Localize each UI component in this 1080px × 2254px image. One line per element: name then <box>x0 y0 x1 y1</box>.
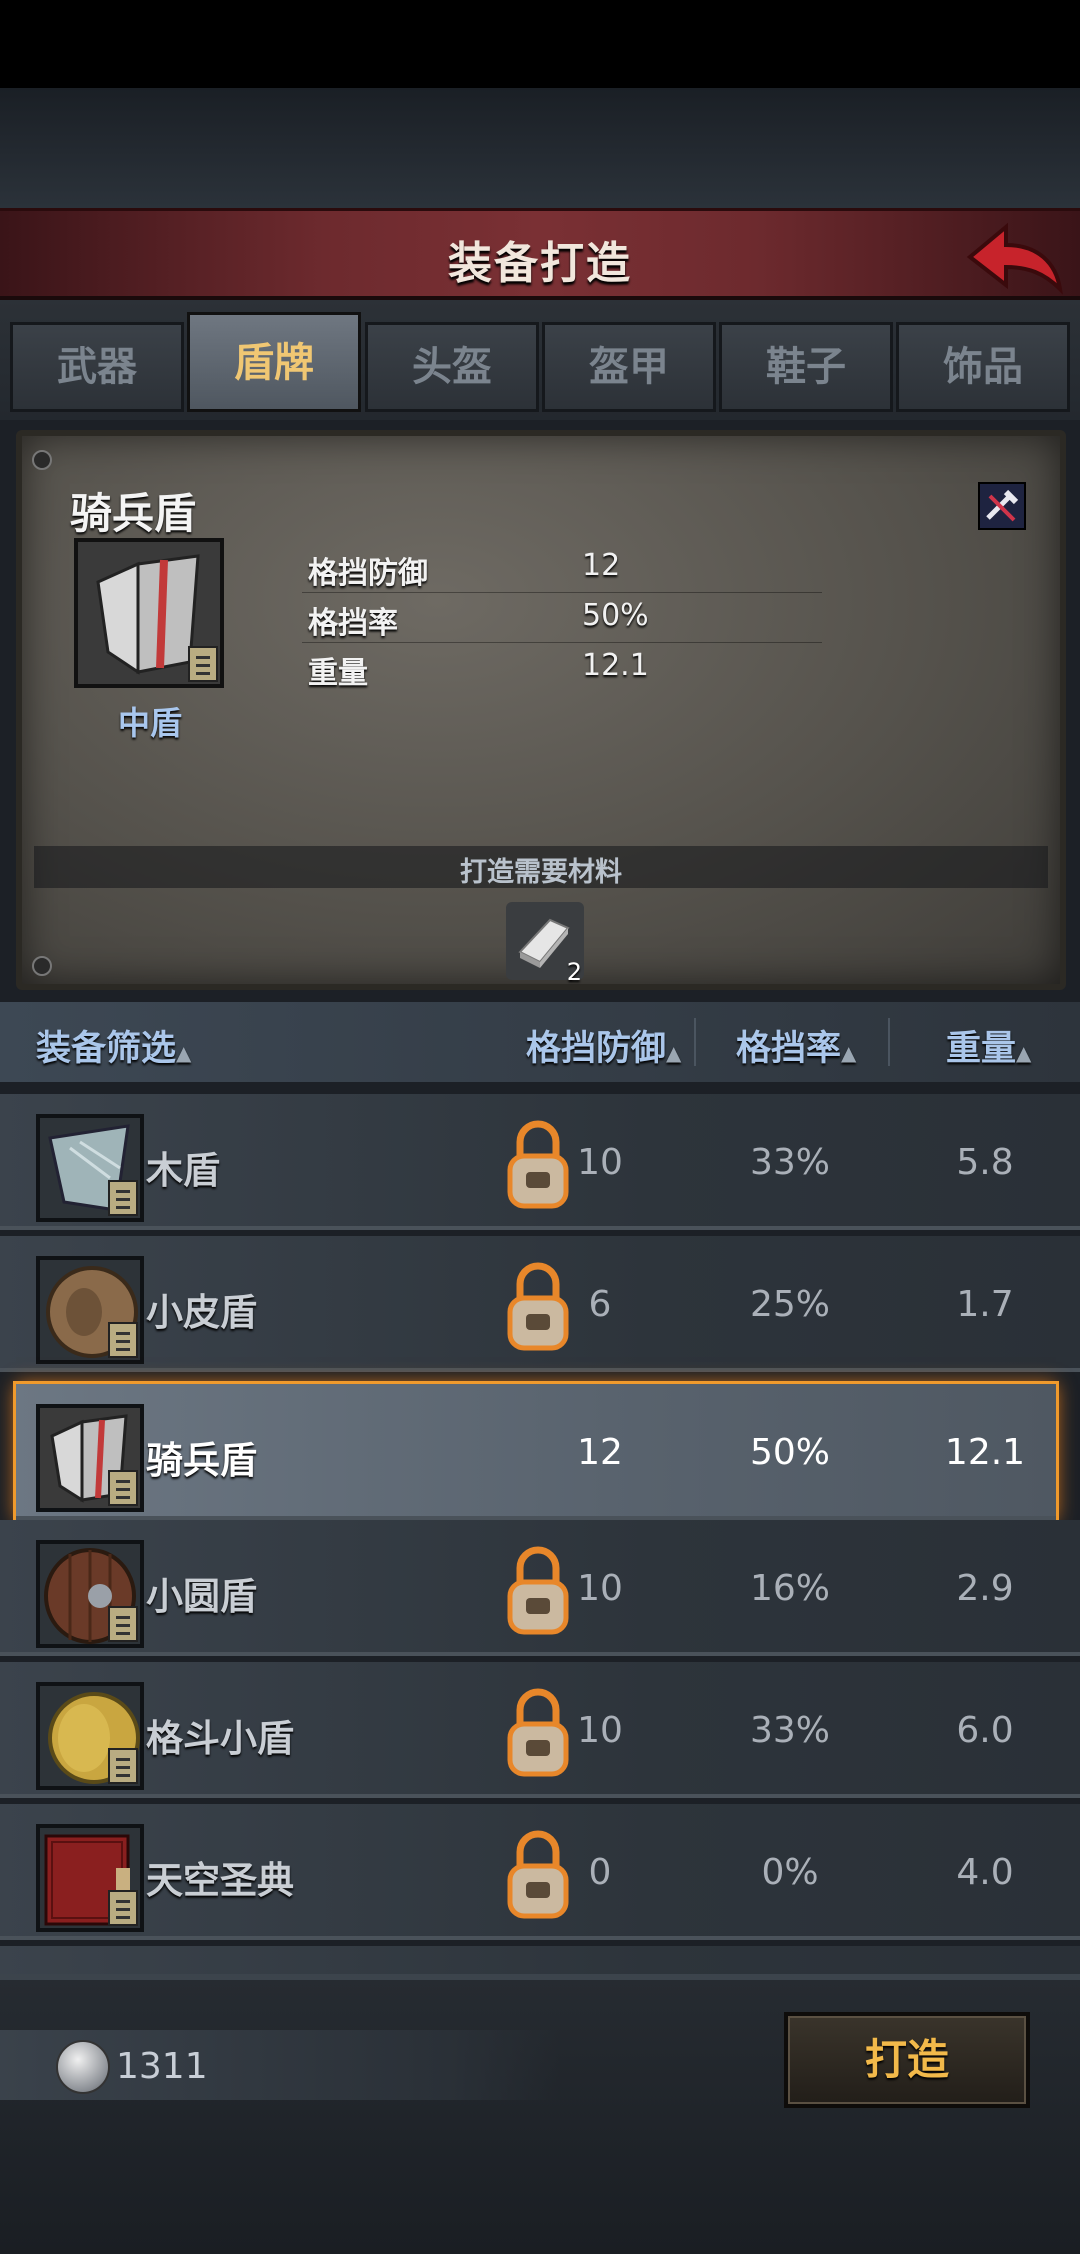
tab-weapon[interactable]: 武器 <box>10 322 184 412</box>
forge-button[interactable]: 打造 <box>784 2012 1030 2108</box>
sort-arrow-icon: ▲ <box>841 1041 857 1065</box>
block-rate-value: 50% <box>749 1432 830 1473</box>
stat-value: 12 <box>582 548 621 583</box>
stat-label: 格挡防御 <box>308 556 428 591</box>
grade-badge <box>108 1322 138 1358</box>
defense-value: 10 <box>577 1710 623 1751</box>
divider <box>302 642 822 643</box>
block-rate-value: 25% <box>749 1284 830 1325</box>
item-thumbnail <box>36 1824 144 1932</box>
item-thumbnail <box>36 1256 144 1364</box>
rivet <box>32 956 52 976</box>
block-rate-value: 33% <box>749 1710 830 1751</box>
stat-label: 格挡率 <box>308 606 398 641</box>
category-tabs: 武器 盾牌 头盔 盔甲 鞋子 饰品 <box>0 300 1080 420</box>
item-name: 骑兵盾 <box>70 489 197 538</box>
page-title: 装备打造 <box>448 238 632 289</box>
block-rate-value: 0% <box>761 1852 819 1893</box>
item-name: 小圆盾 <box>146 1575 257 1618</box>
filter-label: 装备筛选 <box>36 1029 177 1069</box>
grade-badge <box>108 1470 138 1506</box>
divider <box>694 1018 696 1066</box>
item-name: 骑兵盾 <box>146 1439 257 1482</box>
weight-value: 1.7 <box>956 1284 1014 1325</box>
sort-rate-button[interactable]: 格挡率▲ <box>736 1020 856 1071</box>
item-name: 格斗小盾 <box>146 1717 294 1760</box>
list-item-selected[interactable]: 骑兵盾 12 50% 12.1 <box>16 1384 1056 1520</box>
item-name: 木盾 <box>146 1149 220 1192</box>
weight-value: 5.8 <box>956 1142 1014 1183</box>
tab-shield[interactable]: 盾牌 <box>187 312 361 412</box>
defense-value: 6 <box>588 1284 612 1325</box>
rivet <box>32 450 52 470</box>
bottom-bar: 1311 打造 <box>0 1974 1080 2254</box>
item-thumbnail <box>36 1404 144 1512</box>
coin-count: 1311 <box>116 2046 208 2087</box>
shield-list: 木盾 10 33% 5.8 小皮盾 6 25% 1.7 骑兵盾 12 50% 1… <box>0 1094 1080 1974</box>
sort-weight-button[interactable]: 重量▲ <box>946 1020 1031 1071</box>
stat-label: 重量 <box>308 656 368 691</box>
item-name: 天空圣典 <box>146 1859 294 1902</box>
list-item[interactable]: 天空圣典 0 0% 4.0 <box>0 1804 1080 1940</box>
col-defense-label: 格挡防御 <box>526 1029 667 1069</box>
grade-badge <box>108 1748 138 1784</box>
defense-value: 12 <box>577 1432 623 1473</box>
filter-button[interactable]: 装备筛选▲ <box>36 1020 191 1071</box>
top-backdrop <box>0 88 1080 208</box>
back-arrow-icon[interactable] <box>966 219 1066 295</box>
col-rate-label: 格挡率 <box>736 1029 842 1069</box>
forge-tool-icon[interactable] <box>978 482 1026 530</box>
item-thumbnail <box>36 1114 144 1222</box>
sort-defense-button[interactable]: 格挡防御▲ <box>526 1020 681 1071</box>
silver-coin-icon <box>56 2040 110 2094</box>
header-banner: 装备打造 <box>0 208 1080 300</box>
divider <box>888 1018 890 1066</box>
weight-value: 12.1 <box>944 1432 1026 1473</box>
status-bar <box>0 0 1080 88</box>
divider <box>302 592 822 593</box>
material-count: 2 <box>566 958 582 986</box>
grade-badge <box>108 1606 138 1642</box>
weight-value: 2.9 <box>956 1568 1014 1609</box>
item-type: 中盾 <box>117 704 182 742</box>
list-item-partial[interactable] <box>0 1946 1080 1974</box>
sort-arrow-icon: ▲ <box>176 1041 192 1065</box>
item-detail-panel: 骑兵盾 中盾 格挡防御 12 格挡率 50% 重量 12.1 打造需要材料 2 <box>16 430 1066 990</box>
grade-badge <box>188 646 218 682</box>
grade-badge <box>108 1180 138 1216</box>
sort-arrow-icon: ▲ <box>1016 1041 1032 1065</box>
stat-value: 50% <box>582 598 649 633</box>
list-item[interactable]: 格斗小盾 10 33% 6.0 <box>0 1662 1080 1798</box>
tab-helmet[interactable]: 头盔 <box>365 322 539 412</box>
defense-value: 0 <box>588 1852 612 1893</box>
sort-arrow-icon: ▲ <box>666 1041 682 1065</box>
material-slot[interactable]: 2 <box>506 902 584 986</box>
defense-value: 10 <box>577 1568 623 1609</box>
defense-value: 10 <box>577 1142 623 1183</box>
stat-value: 12.1 <box>582 648 649 683</box>
weight-value: 4.0 <box>956 1852 1014 1893</box>
shield-image <box>74 538 224 688</box>
list-item[interactable]: 小圆盾 10 16% 2.9 <box>0 1520 1080 1656</box>
tab-accessory[interactable]: 饰品 <box>896 322 1070 412</box>
materials-title: 打造需要材料 <box>460 857 622 888</box>
grade-badge <box>108 1890 138 1926</box>
col-weight-label: 重量 <box>946 1029 1017 1069</box>
item-name: 小皮盾 <box>146 1291 257 1334</box>
item-thumbnail <box>36 1682 144 1790</box>
list-item[interactable]: 小皮盾 6 25% 1.7 <box>0 1236 1080 1372</box>
list-item[interactable]: 木盾 10 33% 5.8 <box>0 1094 1080 1230</box>
weight-value: 6.0 <box>956 1710 1014 1751</box>
item-thumbnail <box>36 1540 144 1648</box>
block-rate-value: 33% <box>749 1142 830 1183</box>
tab-armor[interactable]: 盔甲 <box>542 322 716 412</box>
tab-shoes[interactable]: 鞋子 <box>719 322 893 412</box>
list-header: 装备筛选▲ 格挡防御▲ 格挡率▲ 重量▲ <box>0 1002 1080 1082</box>
block-rate-value: 16% <box>749 1568 830 1609</box>
